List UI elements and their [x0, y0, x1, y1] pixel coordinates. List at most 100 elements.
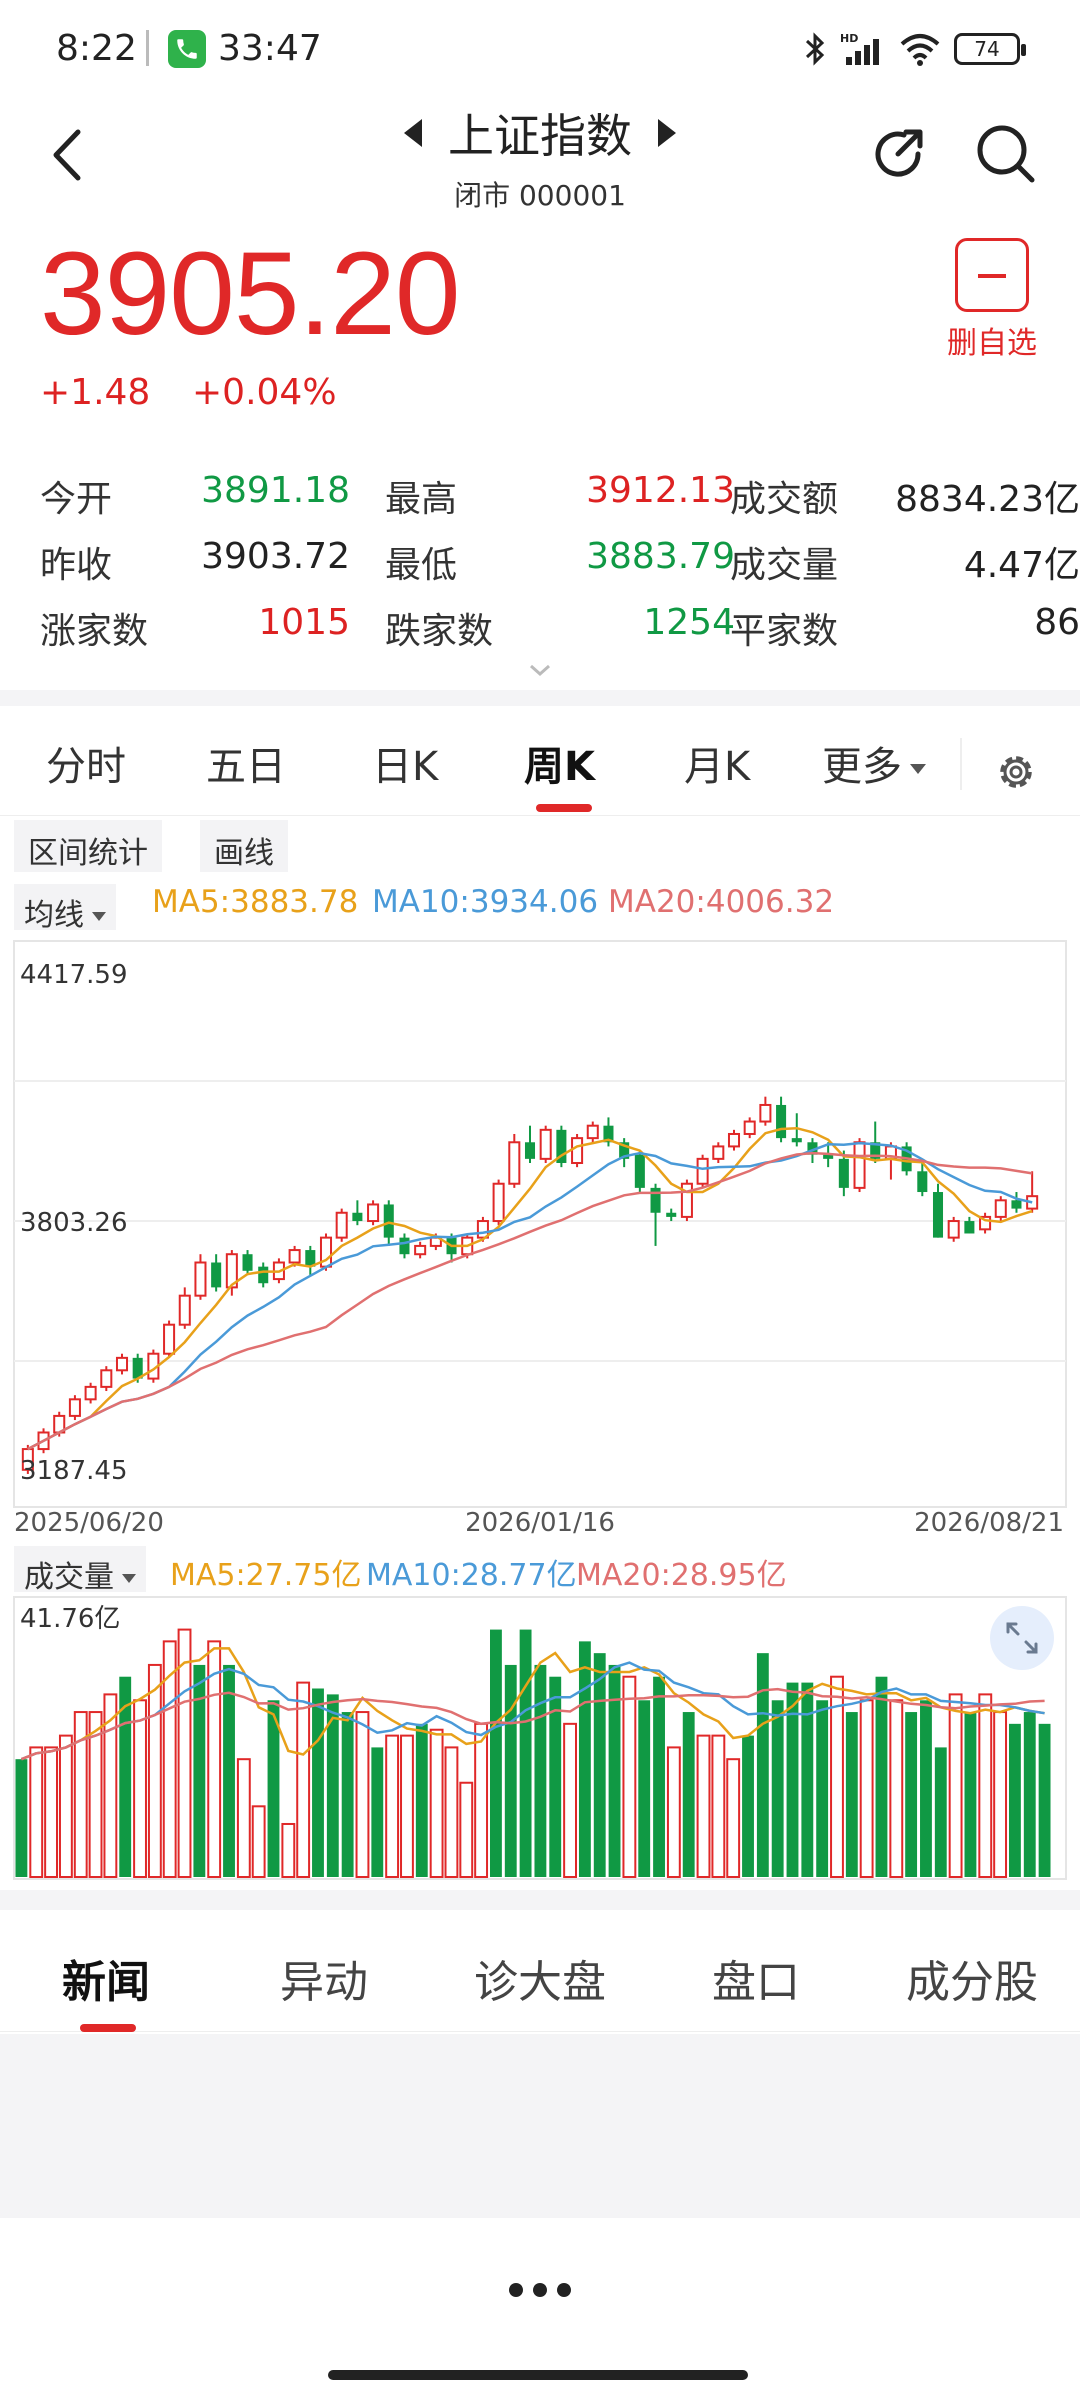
next-stock-icon[interactable] [658, 119, 676, 147]
tab-news[interactable]: 新闻 [62, 1946, 150, 2010]
stat-label-decliners: 跌家数 [385, 611, 494, 652]
volume-bar [920, 1700, 932, 1877]
volume-bar [1038, 1723, 1051, 1877]
status-divider [146, 30, 149, 66]
stat-value-prev-close: 3903.72 [201, 536, 350, 577]
candle-body [211, 1262, 222, 1288]
status-icons: HD 74 [804, 28, 1026, 70]
volume-bar [355, 1711, 370, 1879]
ma5-label: MA5:3883.78 [152, 884, 359, 920]
tab-market-diagnosis[interactable]: 诊大盘 [474, 1946, 606, 2010]
minus-icon [955, 238, 1029, 312]
tab-monthly-k[interactable]: 月K [684, 734, 750, 792]
y-tick-label: 4417.59 [20, 960, 128, 990]
info-tabs: 新闻 异动 诊大盘 盘口 成分股 [0, 1912, 1080, 2032]
call-duration: 33:47 [218, 28, 322, 69]
volume-bar [58, 1734, 73, 1878]
candlestick-chart[interactable]: 4417.59 3803.26 3187.45 2025/06/20 2026/… [0, 935, 1080, 1535]
volume-indicator-select[interactable]: 成交量 [14, 1546, 146, 1595]
volume-select-label: 成交量 [24, 1560, 114, 1595]
volume-bar [666, 1746, 681, 1878]
candle-body [288, 1249, 301, 1264]
candle-body [964, 1221, 975, 1234]
volume-bar [622, 1675, 637, 1878]
volume-bar [682, 1712, 695, 1877]
volume-bar [415, 1723, 428, 1877]
tab-daily-k[interactable]: 日K [372, 734, 438, 792]
stat-value-low: 3883.79 [586, 536, 735, 577]
stat-value-volume: 4.47亿 [963, 545, 1080, 586]
page-title: 上证指数 [448, 109, 632, 163]
volume-chart[interactable]: 41.76亿 [0, 1595, 1080, 1885]
ma20-label: MA20:4006.32 [608, 884, 835, 920]
candle-body [696, 1157, 709, 1185]
search-icon[interactable] [972, 120, 1038, 186]
candle-body [539, 1128, 552, 1160]
tab-weekly-k[interactable]: 周K [524, 734, 595, 792]
dropdown-arrow-icon [910, 764, 926, 774]
volume-max-label: 41.76亿 [20, 1604, 120, 1634]
tab-five-day[interactable]: 五日 [206, 734, 286, 792]
volume-bar [801, 1682, 814, 1877]
stat-label-low: 最低 [385, 545, 458, 586]
tab-order-book[interactable]: 盘口 [712, 1946, 800, 2010]
status-time: 8:22 [56, 28, 137, 69]
candle-body [242, 1254, 253, 1271]
candle-body [1011, 1200, 1022, 1209]
dropdown-arrow-icon [122, 1574, 136, 1583]
tab-more[interactable]: 更多 [822, 734, 926, 792]
vol-ma20-label: MA20:28.95亿 [576, 1558, 787, 1593]
draw-line-button[interactable]: 画线 [200, 820, 288, 872]
volume-bar [429, 1728, 444, 1878]
gear-icon[interactable] [994, 750, 1038, 794]
volume-bar [653, 1676, 665, 1877]
candle-body [759, 1103, 772, 1123]
indicator-select[interactable]: 均线 [14, 884, 116, 933]
candle-body [508, 1141, 521, 1185]
volume-bar [223, 1664, 235, 1877]
candle-body [383, 1204, 394, 1238]
phone-call-icon[interactable] [168, 30, 206, 68]
ma10-label: MA10:3934.06 [372, 884, 599, 920]
fullscreen-icon[interactable] [990, 1606, 1054, 1670]
expand-chevron-icon[interactable] [528, 662, 552, 678]
tab-movements[interactable]: 异动 [280, 1946, 368, 2010]
candle-body [776, 1104, 787, 1139]
home-indicator[interactable] [328, 2370, 748, 2380]
vol-ma5-label: MA5:27.75亿 [170, 1558, 362, 1593]
volume-bar [251, 1805, 266, 1878]
volume-bar [696, 1734, 711, 1878]
volume-bar [934, 1747, 947, 1877]
chart-frame [13, 940, 1067, 1508]
more-options-icon[interactable] [506, 2278, 574, 2302]
volume-bar [948, 1693, 963, 1878]
candle-body [163, 1323, 176, 1355]
tab-constituents[interactable]: 成分股 [906, 1946, 1038, 2010]
stat-value-turnover: 8834.23亿 [895, 479, 1080, 520]
x-tick-label: 2025/06/20 [14, 1508, 164, 1535]
volume-bar [889, 1699, 904, 1878]
volume-bar [534, 1664, 547, 1877]
volume-bar [875, 1676, 888, 1877]
volume-bar [296, 1681, 311, 1878]
active-tab-indicator [536, 804, 592, 812]
remove-favorite-button[interactable]: 删自选 [940, 238, 1044, 362]
candle-body [414, 1244, 427, 1256]
volume-bar [845, 1712, 858, 1877]
volume-bar [147, 1663, 162, 1879]
tab-intraday[interactable]: 分时 [46, 734, 126, 792]
volume-bar [444, 1746, 459, 1878]
candle-body [258, 1266, 269, 1284]
cellular-signal-icon: HD [840, 32, 879, 65]
candle-body [917, 1171, 928, 1193]
stat-value-open: 3891.18 [201, 470, 350, 511]
candle-body [68, 1398, 81, 1417]
candle-body [586, 1124, 599, 1140]
share-icon[interactable] [868, 122, 932, 186]
range-stats-button[interactable]: 区间统计 [14, 820, 162, 872]
previous-stock-icon[interactable] [404, 119, 422, 147]
volume-bar [771, 1700, 784, 1877]
active-tab-indicator [80, 2024, 136, 2032]
volume-bar [312, 1688, 324, 1877]
candle-body [838, 1158, 849, 1188]
